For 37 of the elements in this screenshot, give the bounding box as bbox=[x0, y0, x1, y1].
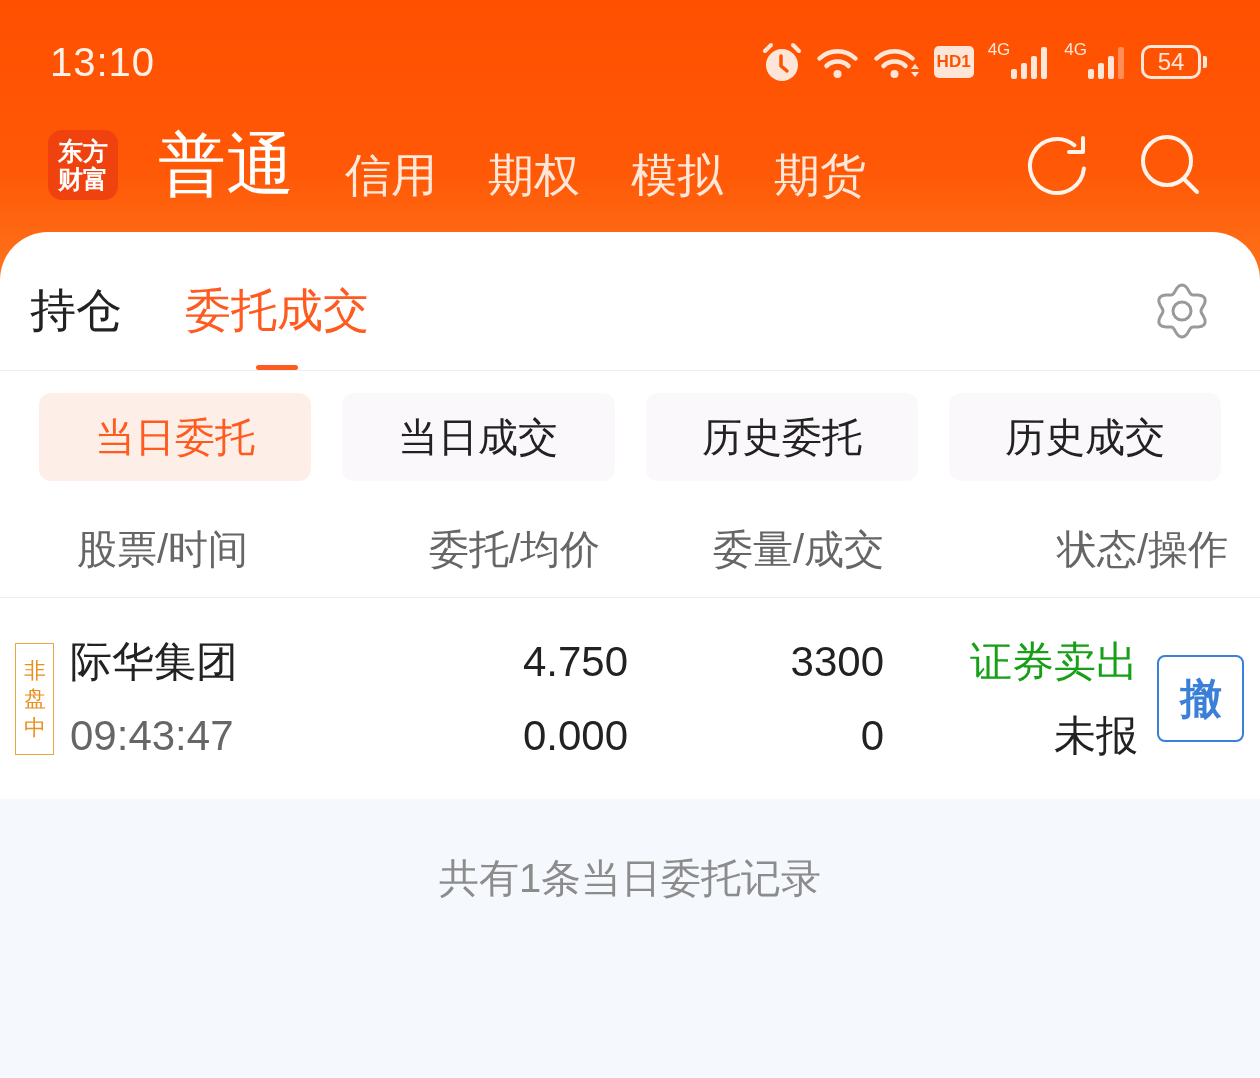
hd-indicator: HD1 bbox=[933, 46, 974, 78]
average-price: 0.000 bbox=[522, 714, 628, 757]
account-type-tab[interactable]: 期权 bbox=[488, 152, 580, 198]
column-header: 委托/均价 bbox=[428, 529, 600, 569]
cancel-order-button[interactable]: 撤 bbox=[1157, 655, 1244, 742]
order-price: 4.750 bbox=[522, 640, 628, 683]
filter-tab[interactable]: 历史成交 bbox=[948, 393, 1221, 481]
account-type-tab[interactable]: 模拟 bbox=[631, 152, 723, 198]
clock-time: 13:10 bbox=[50, 42, 156, 82]
search-icon[interactable] bbox=[1140, 134, 1200, 196]
tab[interactable]: 委托成交 bbox=[185, 287, 369, 370]
alarm-clock-icon bbox=[761, 42, 802, 82]
filled-quantity: 0 bbox=[860, 714, 884, 757]
tab[interactable]: 持仓 bbox=[30, 287, 122, 370]
refresh-icon[interactable] bbox=[1026, 135, 1088, 197]
order-quantity: 3300 bbox=[790, 640, 884, 683]
app-logo: 东方 财富 bbox=[48, 130, 118, 200]
order-status: 未报 bbox=[1054, 714, 1138, 757]
account-type-tab[interactable]: 期货 bbox=[774, 152, 866, 198]
session-badge: 非盘中 bbox=[15, 642, 54, 755]
record-count-text: 共有1条当日委托记录 bbox=[438, 858, 822, 898]
settings-icon[interactable] bbox=[1154, 283, 1210, 339]
network-type-label: 4G bbox=[1064, 41, 1087, 58]
column-header: 状态/操作 bbox=[1056, 529, 1228, 569]
account-type-tab[interactable]: 信用 bbox=[345, 152, 437, 198]
stock-name: 际华集团 bbox=[70, 640, 238, 683]
order-direction: 证券卖出 bbox=[970, 640, 1138, 683]
column-header: 委量/成交 bbox=[712, 529, 884, 569]
filter-tab[interactable]: 当日委托 bbox=[39, 393, 312, 481]
signal-bars-icon bbox=[1087, 47, 1127, 79]
account-type-tab[interactable]: 普通 bbox=[158, 130, 294, 198]
order-time: 09:43:47 bbox=[70, 714, 234, 757]
filter-tab[interactable]: 当日成交 bbox=[342, 393, 615, 481]
network-type-label: 4G bbox=[987, 41, 1011, 58]
battery-indicator: 54 bbox=[1141, 45, 1207, 79]
filter-tab[interactable]: 历史委托 bbox=[645, 393, 918, 481]
column-header: 股票/时间 bbox=[77, 529, 249, 569]
